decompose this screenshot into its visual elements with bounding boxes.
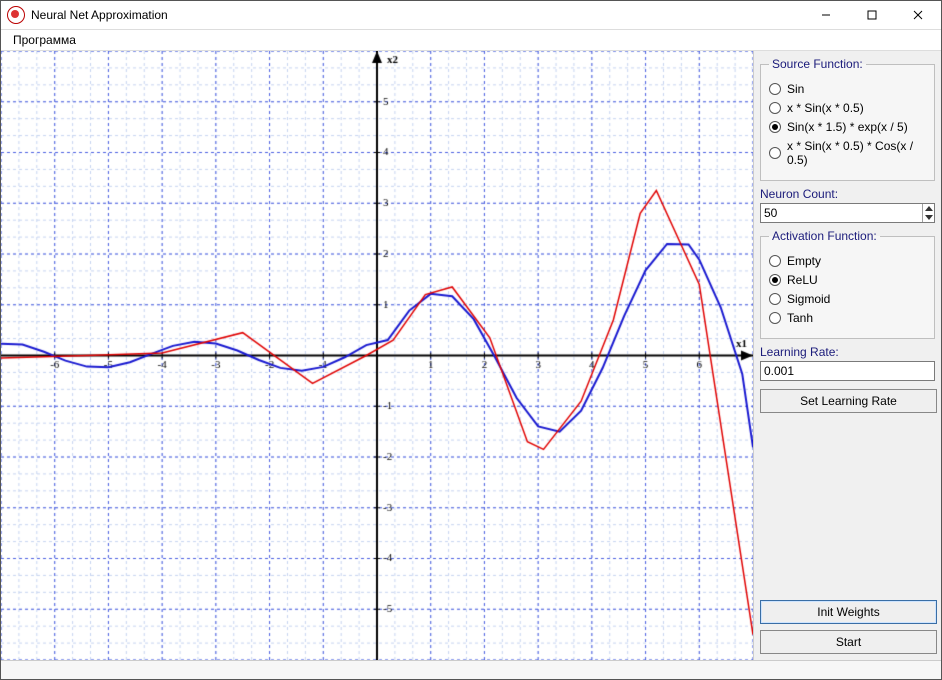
menu-program[interactable]: Программа	[7, 31, 82, 49]
set-learning-rate-button[interactable]: Set Learning Rate	[760, 389, 937, 413]
window: Neural Net Approximation Программа Sourc…	[0, 0, 942, 680]
source-fn-xsin[interactable]: x * Sin(x * 0.5)	[769, 101, 926, 115]
neuron-count-spinner	[922, 204, 934, 222]
source-fn-sin[interactable]: Sin	[769, 82, 926, 96]
spin-up[interactable]	[923, 204, 934, 213]
app-icon	[7, 6, 25, 24]
close-button[interactable]	[895, 1, 941, 29]
plot-area	[1, 51, 753, 660]
neuron-count-input-wrap	[760, 203, 935, 223]
neuron-count-input[interactable]	[761, 204, 922, 222]
statusbar	[1, 660, 941, 679]
window-title: Neural Net Approximation	[31, 8, 168, 22]
source-fn-sinexp[interactable]: Sin(x * 1.5) * exp(x / 5)	[769, 120, 926, 134]
learning-rate-field: Learning Rate: Set Learning Rate	[760, 345, 935, 413]
neuron-count-label: Neuron Count:	[760, 187, 935, 201]
side-panel: Source Function: Sin x * Sin(x * 0.5) Si…	[753, 51, 941, 660]
learning-rate-label: Learning Rate:	[760, 345, 935, 359]
client-area: Source Function: Sin x * Sin(x * 0.5) Si…	[1, 51, 941, 660]
start-button[interactable]: Start	[760, 630, 937, 654]
radio-icon	[769, 312, 781, 324]
radio-icon	[769, 121, 781, 133]
activation-empty[interactable]: Empty	[769, 254, 926, 268]
radio-icon	[769, 83, 781, 95]
activation-legend: Activation Function:	[769, 229, 880, 243]
activation-sigmoid[interactable]: Sigmoid	[769, 292, 926, 306]
source-function-legend: Source Function:	[769, 57, 866, 71]
activation-group: Activation Function: Empty ReLU Sigmoid …	[760, 229, 935, 339]
activation-tanh[interactable]: Tanh	[769, 311, 926, 325]
radio-icon	[769, 255, 781, 267]
learning-rate-input[interactable]	[761, 362, 934, 380]
spin-down[interactable]	[923, 213, 934, 222]
source-function-group: Source Function: Sin x * Sin(x * 0.5) Si…	[760, 57, 935, 181]
maximize-button[interactable]	[849, 1, 895, 29]
learning-rate-input-wrap	[760, 361, 935, 381]
radio-icon	[769, 274, 781, 286]
neuron-count-field: Neuron Count:	[760, 187, 935, 223]
radio-icon	[769, 102, 781, 114]
minimize-button[interactable]	[803, 1, 849, 29]
menubar: Программа	[1, 30, 941, 51]
source-fn-xsincos[interactable]: x * Sin(x * 0.5) * Cos(x / 0.5)	[769, 139, 926, 167]
radio-icon	[769, 147, 781, 159]
plot-canvas	[1, 51, 753, 660]
init-weights-button[interactable]: Init Weights	[760, 600, 937, 624]
activation-relu[interactable]: ReLU	[769, 273, 926, 287]
titlebar: Neural Net Approximation	[1, 1, 941, 30]
radio-icon	[769, 293, 781, 305]
